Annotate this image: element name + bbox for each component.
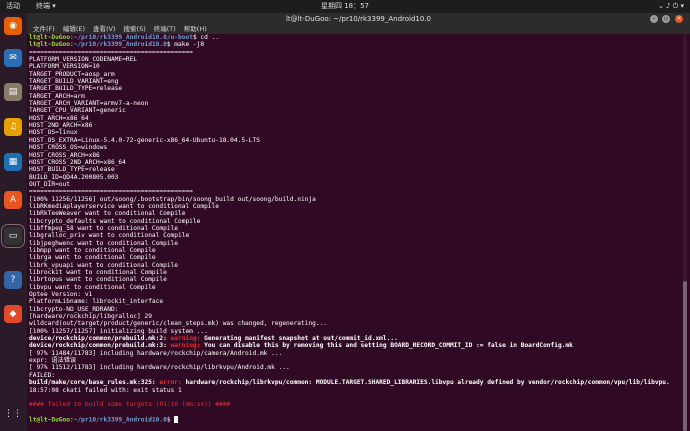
terminal-line: TARGET_ARCH=arm <box>29 92 85 100</box>
terminal-line: librockit want to conditional Compile <box>29 269 167 276</box>
terminal-line: OUT_DIR=out <box>29 180 70 188</box>
terminal-line: device/rockchip/common/prebuild.mk:3: wa… <box>29 342 573 350</box>
terminal-line: [100% 11256/11256] out/soong/.bootstrap/… <box>29 195 316 203</box>
terminal-line: librtopus want to conditional Compile <box>29 276 167 284</box>
terminal-line: build/make/core/base_rules.mk:325: error… <box>29 379 669 387</box>
terminal-line: 18:57:08 ckati failed with: exit status … <box>29 386 182 394</box>
system-tray[interactable]: ⌄ ♪ ⏻ ▾ <box>658 0 684 13</box>
close-button[interactable]: × <box>675 15 683 23</box>
terminal-line: lt@lt-DuGoo:~/pr10/rk3399_Android10.0$ <box>29 415 669 423</box>
dock: ◉ ✉ ▤ ♫ ▦ A ▭? ◆ ⋮⋮ <box>0 13 27 431</box>
menu-item-1[interactable]: 编辑(E) <box>63 25 85 33</box>
window-titlebar: lt@lt-DuGoo: ~/pr10/rk3399_Android10.0 –… <box>27 13 690 25</box>
terminal-line: libgralloc_priv want to conditional Comp… <box>29 232 190 240</box>
files-icon[interactable]: ▤ <box>4 83 22 101</box>
app-icon[interactable]: ◆ <box>4 305 22 323</box>
terminal-line: TARGET_BUILD_VARIANT=eng <box>29 78 119 86</box>
terminal-line: [ 97% 11512/11783] including hardware/ro… <box>29 364 290 372</box>
terminal-line: libcrypto-NO_USE_RDRAND: <box>29 305 119 313</box>
menu-item-5[interactable]: 帮助(H) <box>184 25 207 33</box>
terminal-line: [100% 11257/11257] initializing build sy… <box>29 327 208 335</box>
menu-item-3[interactable]: 搜索(S) <box>124 25 146 33</box>
help-icon[interactable]: ? <box>4 271 22 289</box>
terminal-line: HOST_ARCH=x86_64 <box>29 114 89 122</box>
terminal-line: libcrypto_defaults want to conditional C… <box>29 217 201 225</box>
terminal-line: libvpu want to conditional Compile <box>29 283 156 291</box>
terminal-line: HOST_CROSS_2ND_ARCH=x86_64 <box>29 158 126 166</box>
terminal-line: libRkTeeWeaver want to conditional Compi… <box>29 210 186 218</box>
software-icon[interactable]: A <box>4 191 22 209</box>
terminal-line: #### failed to build some targets (01:10… <box>29 401 231 409</box>
terminal-line: wildcard(out/target/product/generic/clea… <box>29 320 328 328</box>
terminal-line: HOST_2ND_ARCH=x86 <box>29 122 93 130</box>
terminal-line: Optee Version: v1 <box>29 291 93 299</box>
terminal-line: [ 97% 11484/11783] including hardware/ro… <box>29 349 283 357</box>
terminal-line: HOST_CROSS_ARCH=x86 <box>29 151 100 159</box>
terminal-line: librk_vpuapi want to conditional Compile <box>29 261 179 269</box>
minimize-button[interactable]: – <box>650 15 658 23</box>
terminal-line: libRKmediaplayerservice want to conditio… <box>29 202 219 210</box>
terminal-line: PLATFORM_VERSION=10 <box>29 63 100 71</box>
terminal-line: [hardware/rockchip/libgralloc] 29 <box>29 313 152 321</box>
menu-item-2[interactable]: 查看(V) <box>93 25 116 33</box>
terminal-line: HOST_OS_EXTRA=Linux-5.4.0-72-generic-x86… <box>29 136 260 144</box>
terminal-line: expr: 语法错误 <box>29 357 77 365</box>
terminal-line: libjpeghwenc want to conditional Compile <box>29 239 179 247</box>
terminal-line: ========================================… <box>29 48 193 56</box>
top-bar: 活动 终端 ▾ 星期四 18：57 ⌄ ♪ ⏻ ▾ <box>0 0 690 13</box>
text-cursor <box>174 415 179 423</box>
rhythmbox-icon[interactable]: ♫ <box>4 118 22 136</box>
terminal-line: HOST_BUILD_TYPE=release <box>29 166 115 174</box>
terminal-icon[interactable]: ▭ <box>1 224 25 248</box>
terminal-line: TARGET_CPU_VARIANT=generic <box>29 107 126 115</box>
terminal-line: TARGET_BUILD_TYPE=release <box>29 85 123 93</box>
menu-item-4[interactable]: 终端(T) <box>154 25 176 33</box>
thunderbird-icon[interactable]: ✉ <box>4 49 22 67</box>
menu-bar: 文件(F) 编辑(E) 查看(V) 搜索(S) 终端(T) 帮助(H) <box>27 25 690 34</box>
maximize-button[interactable]: ▫ <box>662 15 670 23</box>
terminal-line: libmpp want to conditional Compile <box>29 246 156 254</box>
terminal-line: TARGET_PRODUCT=aosp_arm <box>29 70 115 78</box>
terminal-line: PlatformLibname: librockit_interface <box>29 298 164 306</box>
scrollbar[interactable] <box>683 34 687 431</box>
terminal-line: PLATFORM_VERSION_CODENAME=REL <box>29 56 138 64</box>
scrollbar-thumb[interactable] <box>683 281 687 431</box>
terminal-line: lt@lt-DuGoo:~/pr10/rk3399_Android10.0$ m… <box>29 41 205 49</box>
show-apps-icon[interactable]: ⋮⋮ <box>4 405 22 423</box>
clock[interactable]: 星期四 18：57 <box>0 0 690 13</box>
terminal-line: librga want to conditional Compile <box>29 254 156 262</box>
terminal-line: BUILD_ID=QD4A.200805.003 <box>29 173 119 181</box>
terminal-output[interactable]: lt@lt-DuGoo:~/pr10/rk3399_Android10.0/u-… <box>27 34 669 431</box>
terminal-line: HOST_CROSS_OS=windows <box>29 144 108 152</box>
terminal-line: TARGET_ARCH_VARIANT=armv7-a-neon <box>29 100 149 108</box>
terminal-line: libffmpeg_58 want to conditional Compile <box>29 224 179 232</box>
window-title: lt@lt-DuGoo: ~/pr10/rk3399_Android10.0 <box>285 15 431 23</box>
firefox-icon[interactable]: ◉ <box>4 17 22 35</box>
terminal-line: ========================================… <box>29 188 193 196</box>
terminal-line: HOST_OS=linux <box>29 129 78 137</box>
writer-icon[interactable]: ▦ <box>4 153 22 171</box>
menu-item-0[interactable]: 文件(F) <box>33 25 55 33</box>
